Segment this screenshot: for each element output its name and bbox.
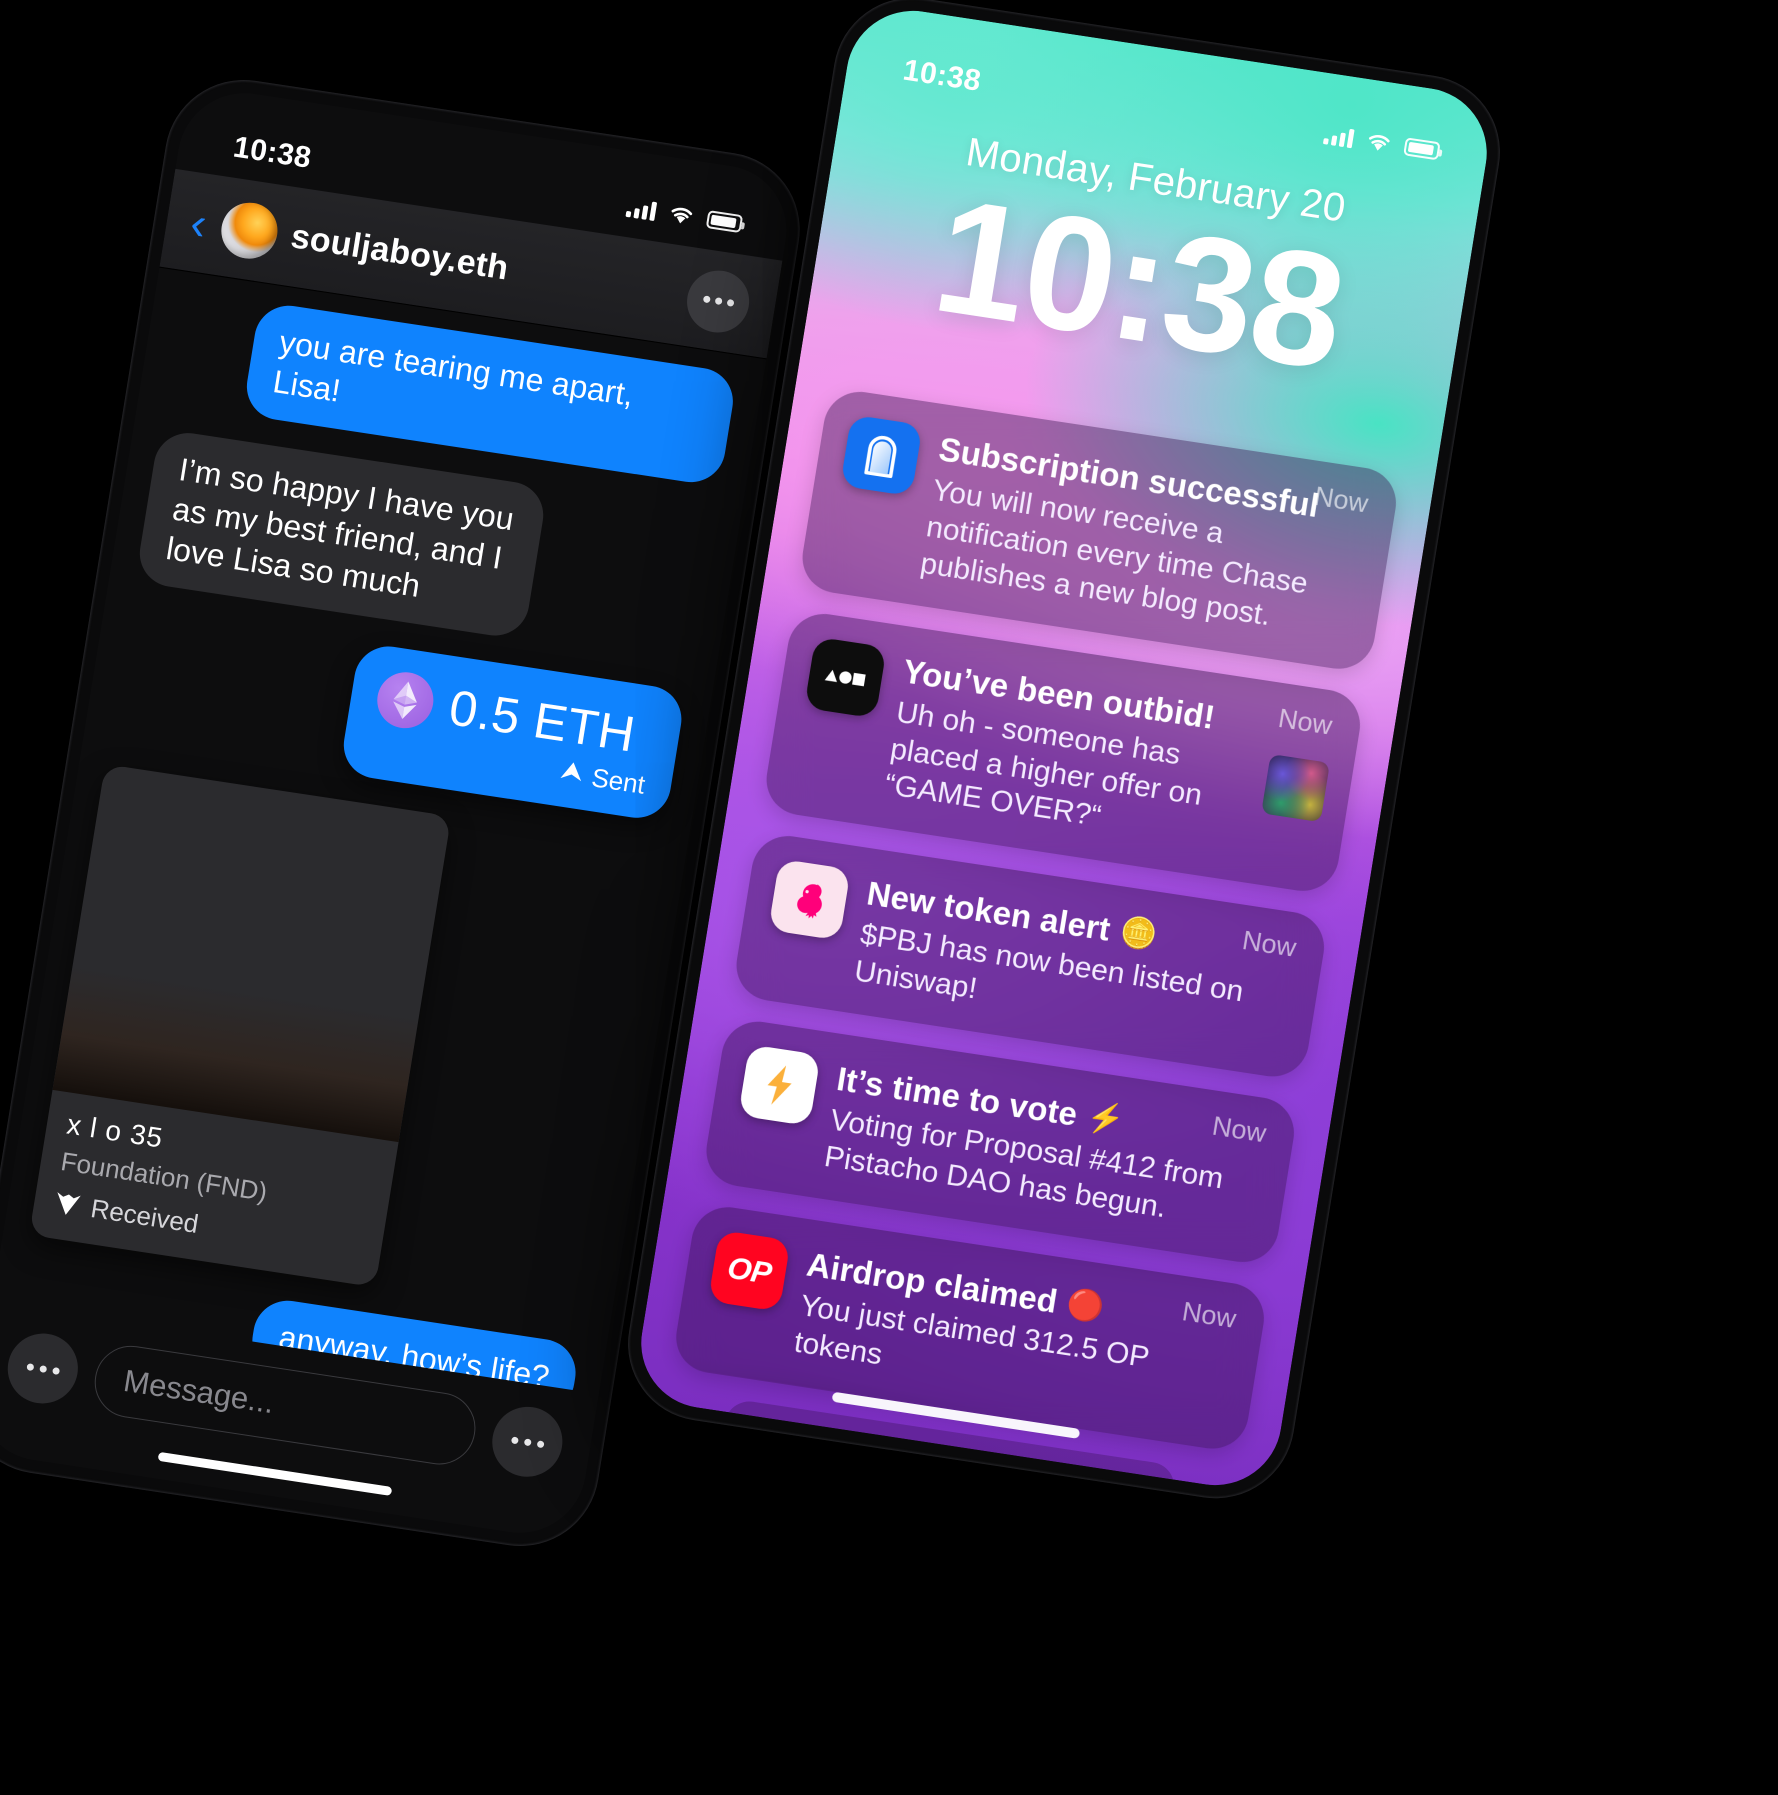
notification-body: You’ve been outbid! Uh oh - someone has … [882, 651, 1259, 857]
optimism-app-icon: OP [707, 1230, 791, 1313]
message-input-placeholder: Message... [121, 1362, 277, 1421]
battery-icon [705, 210, 744, 234]
nft-status-label: Received [88, 1192, 201, 1239]
notification-body: Subscription successful You will now rec… [918, 429, 1374, 647]
eth-status-label: Sent [589, 761, 648, 800]
foundation-app-icon [804, 636, 887, 719]
battery-icon [1403, 137, 1441, 161]
notification-body: It’s time to vote ⚡ Voting for Proposal … [822, 1058, 1272, 1240]
back-chevron-icon[interactable]: ‹ [187, 196, 210, 250]
composer-more-left-icon[interactable] [2, 1328, 84, 1409]
message-bubble-incoming[interactable]: I’m so happy I have you as my best frien… [134, 428, 549, 640]
notification-body: New token alert 🪙 $PBJ has now been list… [852, 873, 1302, 1055]
ethereum-icon [373, 667, 438, 732]
uniswap-app-icon [768, 858, 851, 941]
snapshot-app-icon [738, 1044, 821, 1127]
lightning-emoji-icon: ⚡ [1084, 1099, 1127, 1139]
wifi-icon [1369, 134, 1390, 151]
status-time: 10:38 [900, 53, 984, 98]
status-icons [1322, 124, 1441, 161]
foundation-v-icon [57, 1192, 81, 1215]
notification-thumbnail [1261, 753, 1331, 822]
more-dots-icon[interactable] [682, 265, 754, 337]
mirror-app-icon [840, 414, 923, 497]
red-circle-emoji-icon: 🔴 [1064, 1287, 1107, 1326]
optimism-icon-label: OP [724, 1250, 774, 1292]
notification-timestamp: Now [1276, 703, 1335, 741]
sent-arrow-icon [559, 762, 581, 782]
wifi-icon [671, 207, 693, 224]
eth-payment-card[interactable]: 0.5 ETH Sent [338, 641, 687, 823]
mockup-stage: 10:38 ‹ souljaboy.eth you are tearing me… [0, 0, 1778, 1795]
nft-artwork-image [53, 764, 452, 1142]
avatar[interactable] [217, 198, 282, 263]
cellular-bars-icon [1322, 125, 1355, 148]
composer-more-right-icon[interactable] [487, 1401, 568, 1482]
status-time: 10:38 [230, 130, 314, 175]
nft-card[interactable]: x l o 35 Foundation (FND) Received [29, 763, 452, 1287]
notification-stack: Subscription successful You will now rec… [632, 382, 1435, 1495]
message-row-nft: x l o 35 Foundation (FND) Received [29, 763, 661, 1319]
cellular-bars-icon [625, 197, 658, 221]
status-icons [625, 197, 744, 234]
coin-emoji-icon: 🪙 [1117, 914, 1160, 953]
